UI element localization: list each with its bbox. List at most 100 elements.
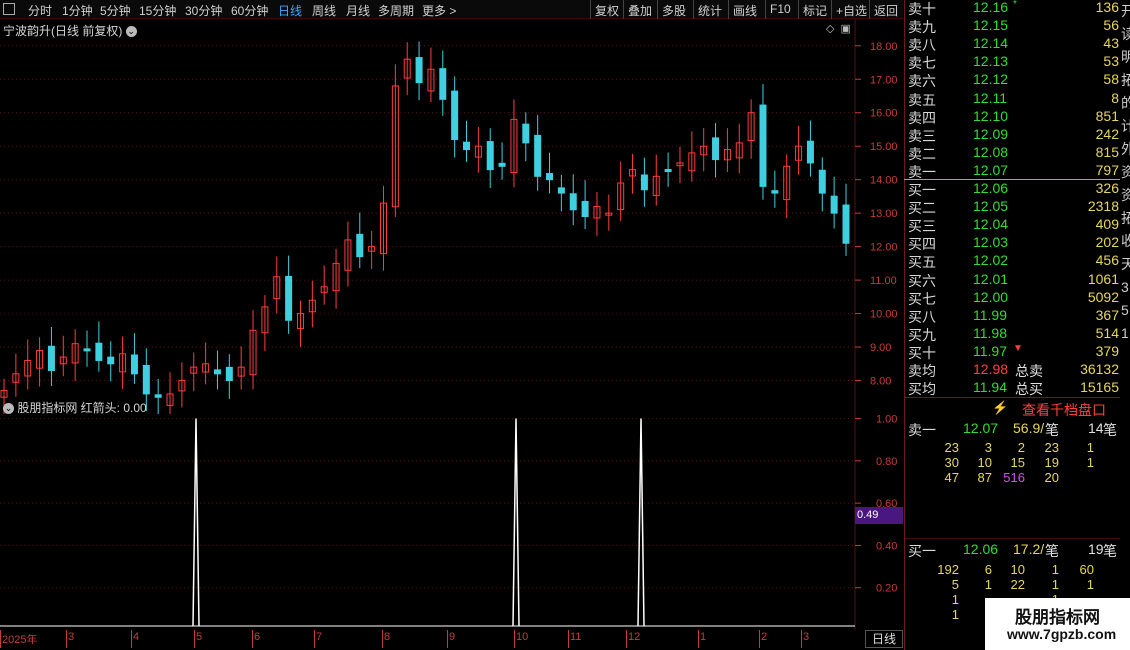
period-tab-8[interactable]: 月线 [346,2,370,19]
order-book-row[interactable]: 买三 12.04 409 [905,216,1121,234]
tool-button-2[interactable]: 多股 [662,2,686,19]
order-book-row[interactable]: 卖六 12.12 58 [905,71,1121,89]
period-tab-6[interactable]: 日线 [278,2,302,19]
tool-button-7[interactable]: +自选 [836,2,867,19]
candle-body [130,354,138,375]
candlestick-chart[interactable]: 18.00 17.00 16.00 15.00 14.00 13.00 12.00 11.00… [0,19,903,414]
tool-button-6[interactable]: 标记 [803,2,827,19]
level-volume: 851 [1095,107,1119,124]
order-book-row[interactable]: 买五 12.02 456 [905,252,1121,270]
order-book-row[interactable]: 买七 12.00 5092 [905,289,1121,307]
indicator-tick-label: 0.40 [876,540,897,552]
level-price: 12.15 [973,17,1009,34]
order-book-row[interactable]: 买四 12.03 202 [905,234,1121,252]
order-book-panel: 卖十 12.16 * 136 卖九 12.15 56 卖八 12.14 43 卖七 12.13 53 卖六… [904,0,1121,650]
date-tick-label: 2 [761,631,768,643]
level-volume: 56 [1103,17,1119,34]
date-tick-label: 2025年 [2,634,38,646]
level-label: 卖二 [908,145,936,162]
date-tick [314,630,315,648]
order-book-row[interactable]: 卖八 12.14 43 [905,35,1121,53]
level-price: 12.02 [973,252,1009,269]
date-tick [447,630,448,648]
clipped-char: 拓 [1121,210,1130,226]
period-tab-1[interactable]: 1分钟 [62,2,93,19]
order-book-row[interactable]: 卖四 12.10 851 [905,108,1121,126]
toolbar-separator [657,0,658,19]
tool-button-1[interactable]: 叠加 [628,2,652,19]
level-volume: 8 [1111,89,1119,106]
candle-body [830,195,838,214]
toolbar-separator [765,0,766,19]
date-tick [0,630,1,648]
order-book-row[interactable]: 卖九 12.15 56 [905,17,1121,35]
candle-body [522,123,530,144]
candle-body [463,141,471,151]
order-book-row[interactable]: 买六 12.01 1061 [905,271,1121,289]
order-book-row[interactable]: 卖三 12.09 242 [905,126,1121,144]
date-tick [626,630,627,648]
clipped-char: 读 [1121,26,1130,42]
period-tab-9[interactable]: 多周期 [378,2,414,19]
tick-detail-row: 23 3 2 23 1 [944,440,1094,455]
level-price: 12.03 [973,234,1009,251]
level-price: 12.16 [973,0,1009,15]
candle-body [142,364,150,395]
order-book-row[interactable]: 卖五 12.11 8 [905,90,1121,108]
order-book-row[interactable]: 买八 11.99 367 [905,307,1121,325]
toolbar-separator [693,0,694,19]
level-label: 买九 [908,326,936,343]
order-book-row[interactable]: 买十 11.97 ▼ 379 [905,343,1121,361]
order-book-row[interactable]: 卖一 12.07 797 [905,162,1121,180]
tool-button-4[interactable]: 画线 [733,2,757,19]
watermark-line1: 股朋指标网 [1015,608,1100,627]
tick-summary-row: 买一 12.06 17.2/笔 19 笔 [908,541,1117,559]
qianpan-button[interactable]: 查看千档盘口 [1022,400,1106,420]
order-book-row[interactable]: 买二 12.05 2318 [905,198,1121,216]
period-tab-7[interactable]: 周线 [312,2,336,19]
menu-square-icon[interactable] [3,3,15,15]
order-book-row[interactable]: 卖七 12.13 53 [905,53,1121,71]
date-tick-label: 7 [316,631,323,643]
indicator-chart[interactable]: 1.000.800.600.400.20 [0,408,903,630]
price-tick-label: 15.00 [870,141,898,153]
tick-detail-row: 5 1 22 1 1 [951,577,1094,592]
period-tab-10[interactable]: 更多 > [422,2,456,19]
level-price: 12.11 [973,89,1007,106]
level-price: 11.98 [973,324,1007,341]
period-tab-5[interactable]: 60分钟 [231,2,268,19]
tool-button-5[interactable]: F10 [770,2,791,16]
indicator-current-value: 0.49 [855,507,903,524]
period-tab-3[interactable]: 15分钟 [139,2,176,19]
price-tick-label: 11.00 [870,275,897,287]
clipped-char: 计 [1121,118,1130,134]
indicator-spike [637,418,645,627]
date-tick [66,630,67,648]
order-book-row[interactable]: 买一 12.06 326 [905,180,1121,198]
period-tab-2[interactable]: 5分钟 [100,2,131,19]
candle-body [842,204,850,244]
level-label: 卖四 [908,109,936,126]
tool-button-8[interactable]: 返回 [874,2,898,19]
candle-body [569,193,577,211]
period-label[interactable]: 日线 [865,630,903,648]
level-volume: 456 [1095,252,1119,269]
period-tab-4[interactable]: 30分钟 [185,2,222,19]
clipped-char: 的 [1121,95,1130,111]
tool-button-3[interactable]: 统计 [698,2,722,19]
date-tick [801,630,802,648]
candle-body [664,169,672,173]
order-book-row[interactable]: 卖二 12.08 815 [905,144,1121,162]
level-price: 12.08 [973,143,1009,160]
order-book-row[interactable]: 买九 11.98 514 [905,325,1121,343]
period-tab-0[interactable]: 分时 [28,2,52,19]
date-tick-label: 12 [628,631,641,643]
indicator-tick-label: 0.20 [876,583,897,595]
divider [905,397,1121,398]
level-flag: * [1013,0,1017,10]
clipped-char: 收 [1121,233,1130,249]
order-book-row[interactable]: 卖十 12.16 * 136 [905,0,1121,17]
clipped-char: 3 [1121,279,1129,295]
tool-button-0[interactable]: 复权 [595,2,619,19]
tick-detail-row: 192 6 10 1 60 [937,562,1094,577]
